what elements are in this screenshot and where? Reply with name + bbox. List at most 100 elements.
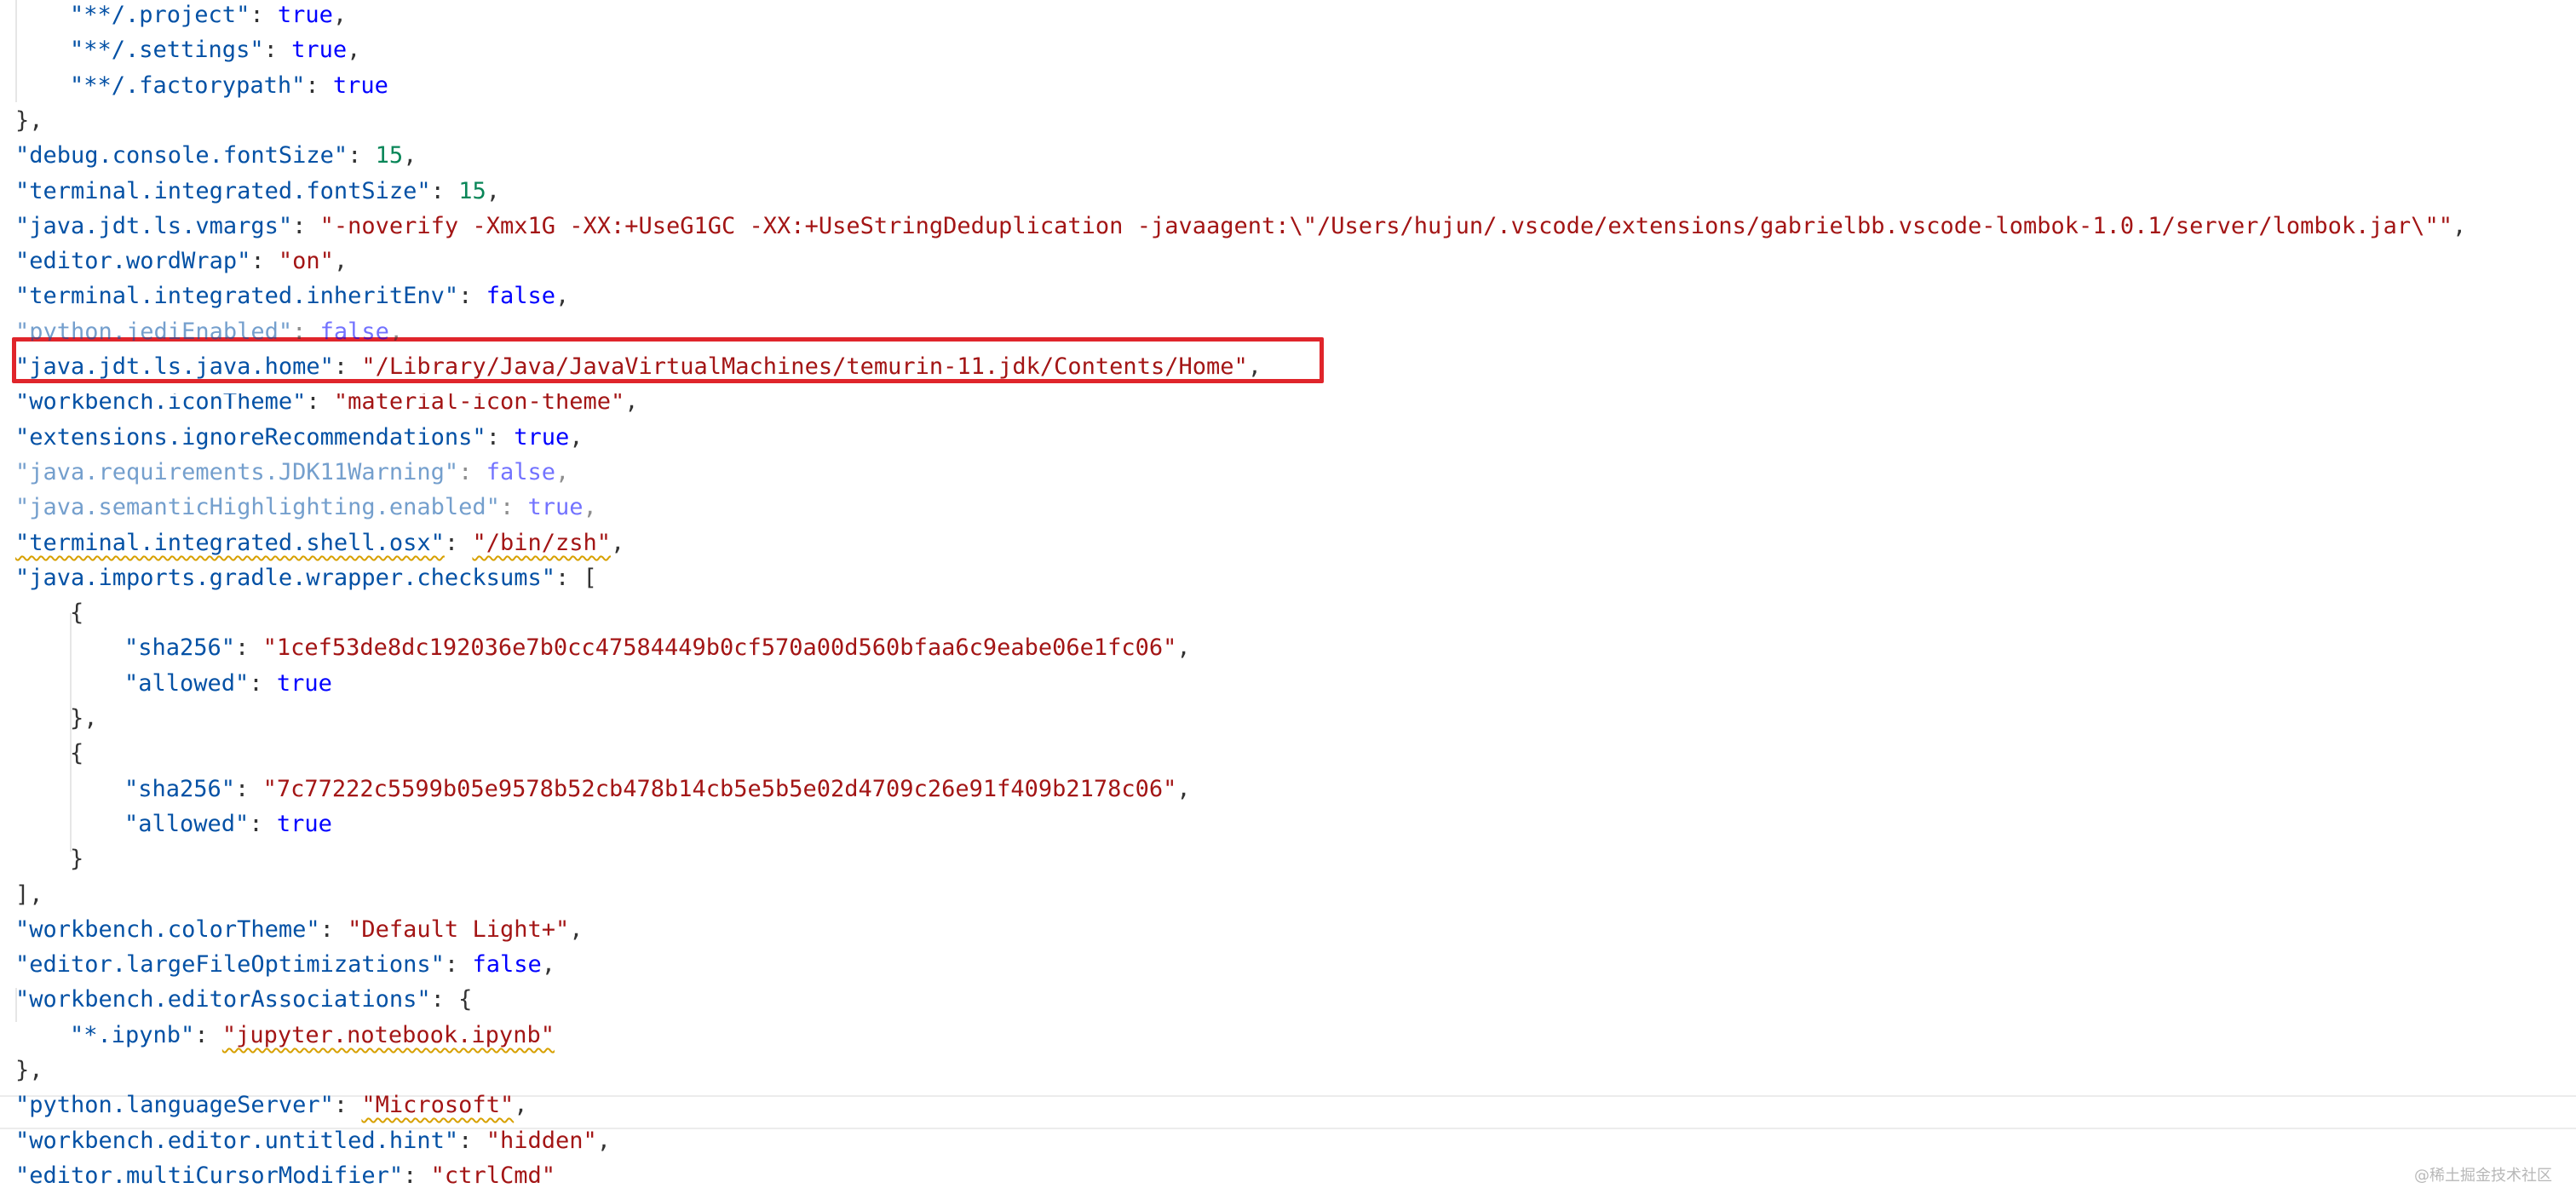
json-string-value: "Microsoft" — [361, 1092, 515, 1118]
code-line[interactable]: "**/.factorypath": true — [15, 69, 388, 103]
json-punctuation: : — [305, 72, 333, 99]
json-punctuation: : — [250, 248, 279, 274]
json-boolean-value: true — [276, 811, 332, 837]
json-string-value: "material-icon-theme" — [333, 393, 625, 415]
json-key: "**/.factorypath" — [70, 72, 306, 99]
json-boolean-value: false — [486, 459, 555, 485]
json-punctuation: }, — [70, 705, 98, 732]
json-punctuation: , — [569, 424, 584, 451]
json-key: "editor.largeFileOptimizations" — [15, 951, 445, 978]
json-punctuation: }, — [15, 107, 43, 134]
code-line[interactable]: "workbench.iconTheme": "material-icon-th… — [15, 393, 639, 419]
code-line[interactable]: "sha256": "1cef53de8dc192036e7b0cc475844… — [15, 631, 1191, 665]
json-punctuation: { — [70, 740, 84, 766]
code-line[interactable]: "java.requirements.JDK11Warning": false, — [15, 456, 569, 490]
code-line[interactable]: "java.semanticHighlighting.enabled": tru… — [15, 491, 597, 525]
json-punctuation: , — [1176, 634, 1191, 661]
json-punctuation: } — [70, 846, 84, 872]
json-key: "java.jdt.ls.java.home" — [15, 353, 334, 380]
json-key: "allowed" — [124, 811, 250, 837]
json-key: "terminal.integrated.inheritEnv" — [15, 283, 459, 309]
code-line[interactable]: "python.languageServer": "Microsoft", — [15, 1088, 527, 1122]
code-line[interactable]: } — [15, 842, 83, 876]
code-line[interactable]: "*.ipynb": "jupyter.notebook.ipynb" — [15, 1019, 555, 1053]
json-number-value: 15 — [375, 142, 404, 169]
code-line[interactable]: "sha256": "7c77222c5599b05e9578b52cb478b… — [15, 772, 1191, 807]
code-line[interactable]: }, — [15, 1053, 43, 1088]
json-string-value: "-noverify -Xmx1G -XX:+UseG1GC -XX:+UseS… — [319, 213, 2452, 239]
watermark: @稀土掘金技术社区 — [2414, 1167, 2552, 1185]
json-punctuation: : — [444, 530, 473, 556]
code-line[interactable]: "debug.console.fontSize": 15, — [15, 139, 417, 173]
json-key: "workbench.editorAssociations" — [15, 986, 431, 1013]
json-key: "python.jediEnabled" — [15, 319, 293, 341]
json-boolean-value: false — [319, 319, 389, 341]
json-string-value: "7c77222c5599b05e9578b52cb478b14cb5e5b5e… — [262, 776, 1177, 802]
code-line[interactable]: }, — [15, 104, 43, 138]
json-punctuation: : { — [430, 986, 473, 1013]
json-punctuation: , — [611, 530, 625, 556]
json-key: "allowed" — [124, 670, 250, 697]
json-punctuation: { — [70, 600, 84, 626]
json-punctuation: : — [458, 1128, 486, 1154]
json-key: "python.languageServer" — [15, 1092, 334, 1118]
json-punctuation: : — [306, 393, 334, 415]
json-punctuation: : — [458, 283, 486, 309]
code-line[interactable]: { — [15, 737, 83, 771]
code-line[interactable]: "editor.wordWrap": "on", — [15, 244, 348, 278]
json-key: "workbench.iconTheme" — [15, 393, 307, 415]
json-string-value: "1cef53de8dc192036e7b0cc47584449b0cf570a… — [262, 634, 1177, 661]
json-punctuation: : — [250, 2, 278, 28]
json-punctuation: , — [333, 248, 348, 274]
json-key: "terminal.integrated.fontSize" — [15, 178, 431, 204]
json-boolean-value: true — [332, 72, 388, 99]
code-line[interactable]: { — [15, 596, 83, 630]
json-punctuation: , — [596, 1128, 611, 1154]
json-punctuation: ], — [15, 881, 43, 908]
code-editor[interactable]: "**/.project": true, "**/.settings": true… — [0, 0, 2576, 1194]
code-line[interactable]: "terminal.integrated.inheritEnv": false, — [15, 279, 569, 313]
code-line[interactable]: "python.jediEnabled": false, — [15, 315, 403, 341]
code-line[interactable]: "workbench.editor.untitled.hint": "hidde… — [15, 1124, 611, 1158]
code-line[interactable]: ], — [15, 878, 43, 912]
code-line[interactable]: "terminal.integrated.shell.osx": "/bin/z… — [15, 526, 624, 560]
code-line[interactable]: "**/.settings": true, — [15, 33, 360, 67]
json-punctuation: , — [388, 319, 404, 341]
json-punctuation: , — [403, 142, 417, 169]
code-line[interactable]: "extensions.ignoreRecommendations": true… — [15, 421, 584, 455]
code-line[interactable]: "workbench.editorAssociations": { — [15, 983, 472, 1017]
json-punctuation: , — [332, 2, 348, 28]
code-line[interactable]: "allowed": true — [15, 807, 332, 841]
json-punctuation: , — [2452, 213, 2467, 239]
code-line[interactable]: "java.imports.gradle.wrapper.checksums":… — [15, 561, 597, 595]
json-punctuation: : — [249, 811, 277, 837]
code-line[interactable]: "terminal.integrated.fontSize": 15, — [15, 175, 500, 209]
json-punctuation: , — [555, 459, 570, 485]
json-boolean-value: true — [276, 670, 332, 697]
json-punctuation: , — [624, 393, 639, 415]
json-key: "extensions.ignoreRecommendations" — [15, 424, 486, 451]
json-punctuation: , — [486, 178, 500, 204]
code-line[interactable]: "workbench.colorTheme": "Default Light+"… — [15, 913, 584, 947]
json-boolean-value: false — [486, 283, 555, 309]
code-line[interactable]: }, — [15, 702, 98, 736]
json-key: "debug.console.fontSize" — [15, 142, 348, 169]
json-boolean-value: true — [291, 37, 348, 63]
json-key: "java.semanticHighlighting.enabled" — [15, 494, 500, 520]
json-punctuation: : — [499, 494, 528, 520]
code-line[interactable]: "editor.largeFileOptimizations": false, — [15, 948, 555, 982]
json-key: "workbench.editor.untitled.hint" — [15, 1128, 459, 1154]
json-string-value: "hidden" — [486, 1128, 597, 1154]
json-key: "java.jdt.ls.vmargs" — [15, 213, 293, 239]
code-line[interactable]: "editor.multiCursorModifier": "ctrlCmd" — [15, 1159, 555, 1193]
json-punctuation: : — [458, 459, 486, 485]
code-line[interactable]: "allowed": true — [15, 667, 332, 701]
json-string-value: "Default Light+" — [348, 916, 570, 943]
json-punctuation: : — [403, 1162, 431, 1189]
json-key: "sha256" — [124, 634, 236, 661]
json-string-value: "/bin/zsh" — [472, 530, 611, 556]
code-line[interactable]: "java.jdt.ls.vmargs": "-noverify -Xmx1G … — [15, 210, 2466, 244]
code-line[interactable]: "**/.project": true, — [15, 0, 347, 32]
json-boolean-value: false — [472, 951, 542, 978]
code-line[interactable]: "java.jdt.ls.java.home": "/Library/Java/… — [15, 350, 1262, 384]
